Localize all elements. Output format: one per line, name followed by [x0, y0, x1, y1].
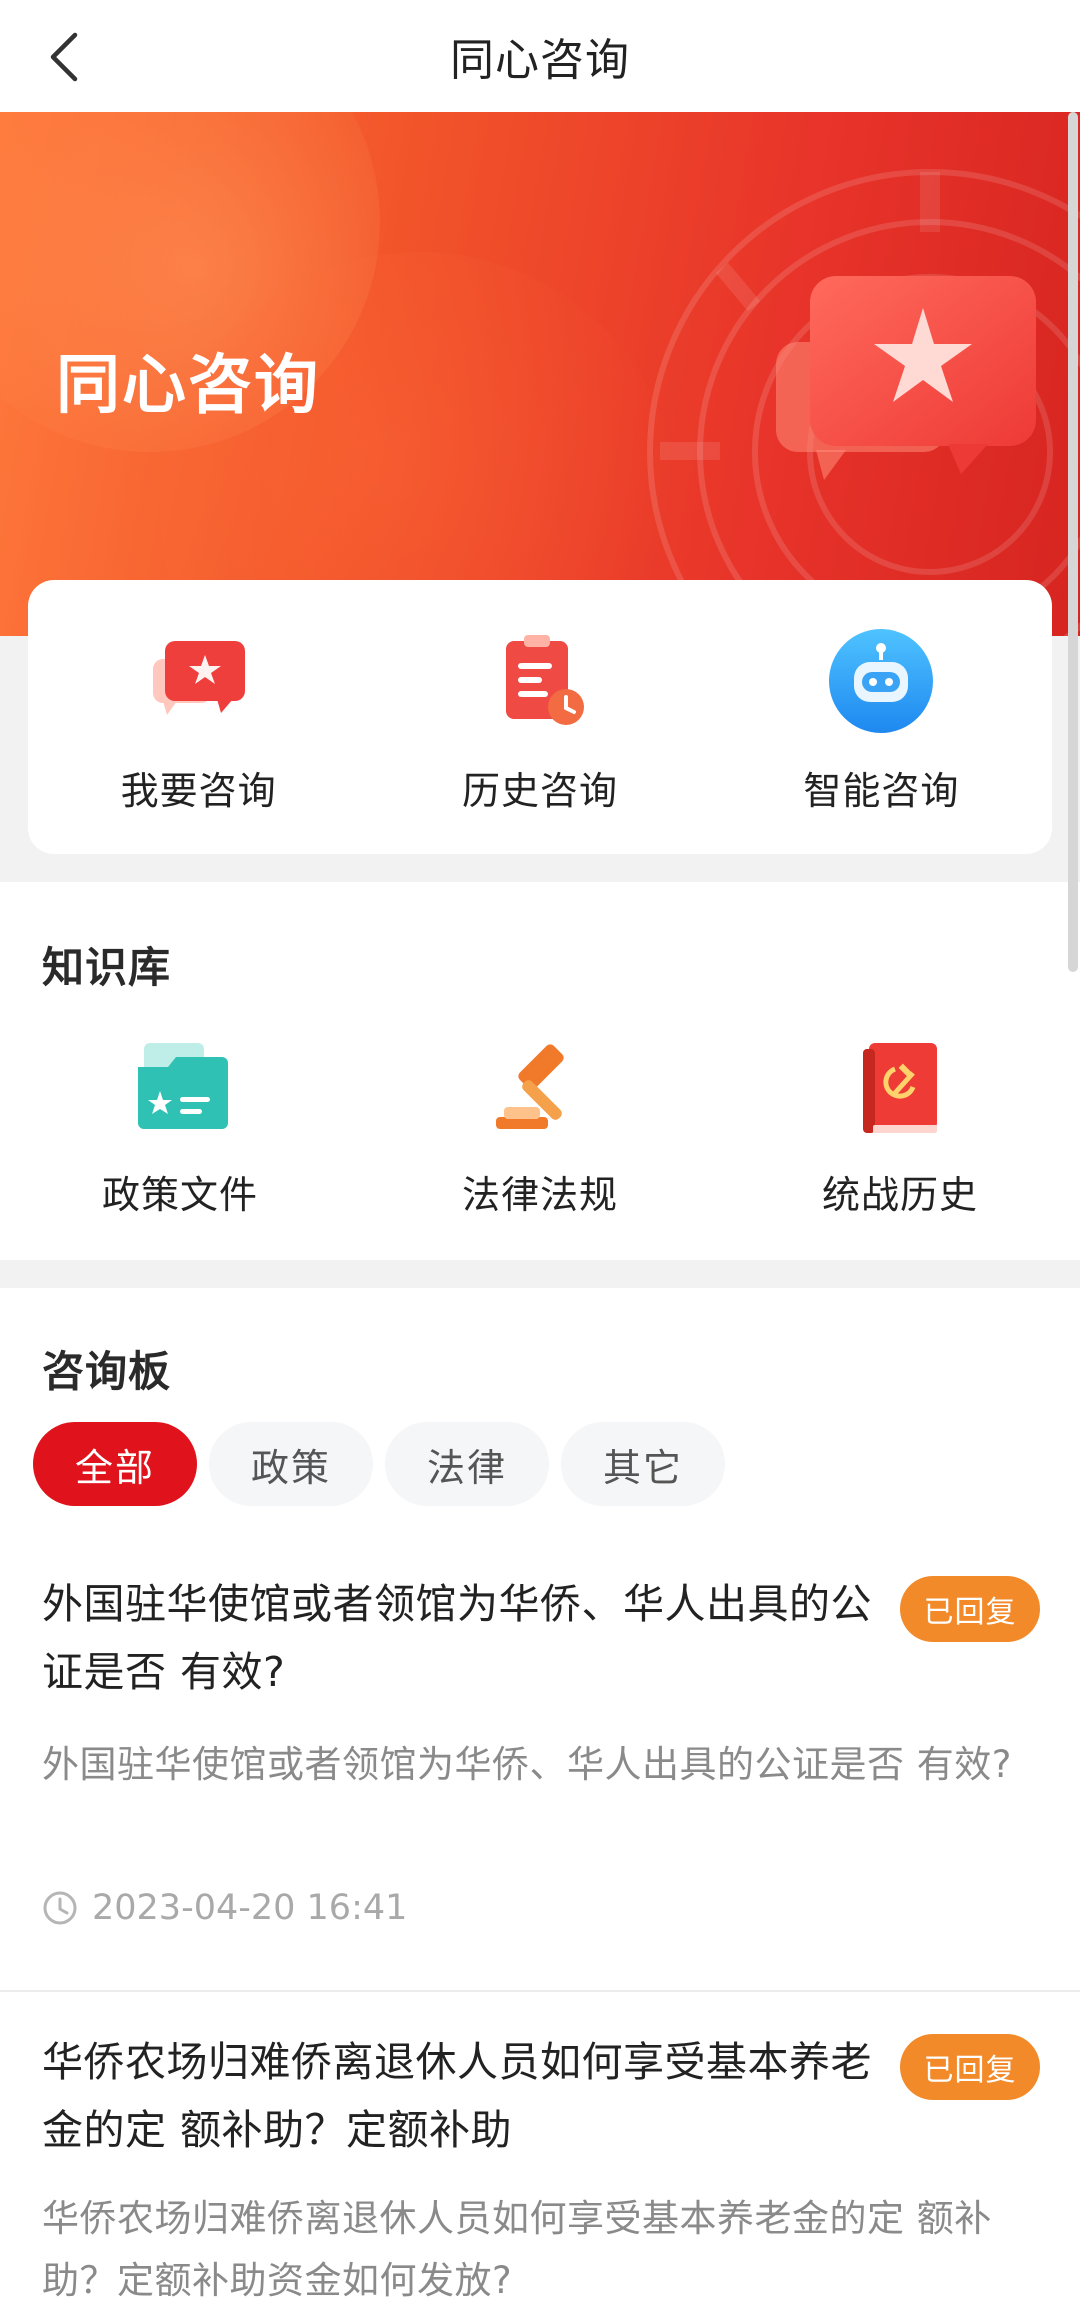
hero-title: 同心咨询	[56, 349, 320, 423]
divider	[0, 1990, 1080, 1992]
quick-label-ai: 智能咨询	[803, 769, 960, 813]
kb-item-policy[interactable]: 政策文件	[0, 1032, 360, 1219]
post-description: 外国驻华使馆或者领馆为华侨、华人出具的公证是否 有效?	[42, 1743, 1012, 1786]
kb-label-policy: 政策文件	[101, 1173, 258, 1217]
status-badge: 已回复	[900, 1576, 1040, 1642]
quick-item-history[interactable]: 历史咨询	[369, 580, 710, 854]
filter-chips: 全部 政策 法律 其它	[33, 1422, 725, 1506]
quick-item-consult[interactable]: 我要咨询	[28, 580, 369, 854]
quick-label-consult: 我要咨询	[120, 769, 277, 813]
post-description: 华侨农场归难侨离退休人员如何享受基本养老金的定 额补助？定额补助资金如何发放?	[42, 2197, 992, 2302]
filter-chip-policy[interactable]: 政策	[209, 1422, 373, 1506]
knowledge-base-title: 知识库	[42, 943, 172, 992]
hero-banner: 同心咨询	[0, 112, 1080, 636]
chevron-left-icon	[50, 32, 78, 82]
filter-chip-other[interactable]: 其它	[561, 1422, 725, 1506]
scrollbar[interactable]	[1068, 112, 1078, 972]
clock-icon	[43, 1891, 77, 1925]
gavel-icon	[485, 1032, 595, 1142]
knowledge-base-section: 知识库 政策文件 法律法规 统战历史	[0, 882, 1080, 1260]
quick-item-ai[interactable]: 智能咨询	[711, 580, 1052, 854]
chat-star-icon	[776, 276, 1036, 480]
top-nav-bar: 同心咨询	[0, 0, 1080, 112]
consult-board-section: 咨询板 全部 政策 法律 其它 外国驻华使馆或者领馆为华侨、华人出具的公证是否 …	[0, 1288, 1080, 2308]
folder-star-icon	[125, 1032, 235, 1142]
filter-chip-all[interactable]: 全部	[33, 1422, 197, 1506]
kb-item-history[interactable]: 统战历史	[720, 1032, 1080, 1219]
knowledge-base-row: 政策文件 法律法规 统战历史	[0, 1032, 1080, 1219]
chat-star-icon	[144, 626, 254, 736]
post-title: 华侨农场归难侨离退休人员如何享受基本养老金的定 额补助？定额补助	[42, 2038, 872, 2154]
post-timestamp: 2023-04-20 16:41	[92, 1888, 408, 1928]
list-item[interactable]: 华侨农场归难侨离退休人员如何享受基本养老金的定 额补助？定额补助 已回复 华侨农…	[0, 2028, 1080, 2308]
consult-board-title: 咨询板	[42, 1347, 172, 1396]
kb-label-history: 统战历史	[821, 1173, 978, 1217]
quick-label-history: 历史咨询	[461, 769, 618, 813]
section-separator	[0, 1260, 1080, 1288]
back-button[interactable]	[30, 22, 100, 92]
party-book-icon	[845, 1032, 955, 1142]
kb-label-law: 法律法规	[461, 1173, 618, 1217]
robot-icon	[826, 626, 936, 736]
post-time: 2023-04-20 16:41	[42, 1888, 407, 1928]
status-badge: 已回复	[900, 2034, 1040, 2100]
clipboard-clock-icon	[485, 626, 595, 736]
filter-chip-law[interactable]: 法律	[385, 1422, 549, 1506]
kb-item-law[interactable]: 法律法规	[360, 1032, 720, 1219]
page-title: 同心咨询	[450, 35, 630, 86]
quick-actions-card: 我要咨询 历史咨询 智能咨询	[28, 580, 1052, 854]
post-title: 外国驻华使馆或者领馆为华侨、华人出具的公证是否 有效?	[42, 1580, 872, 1696]
